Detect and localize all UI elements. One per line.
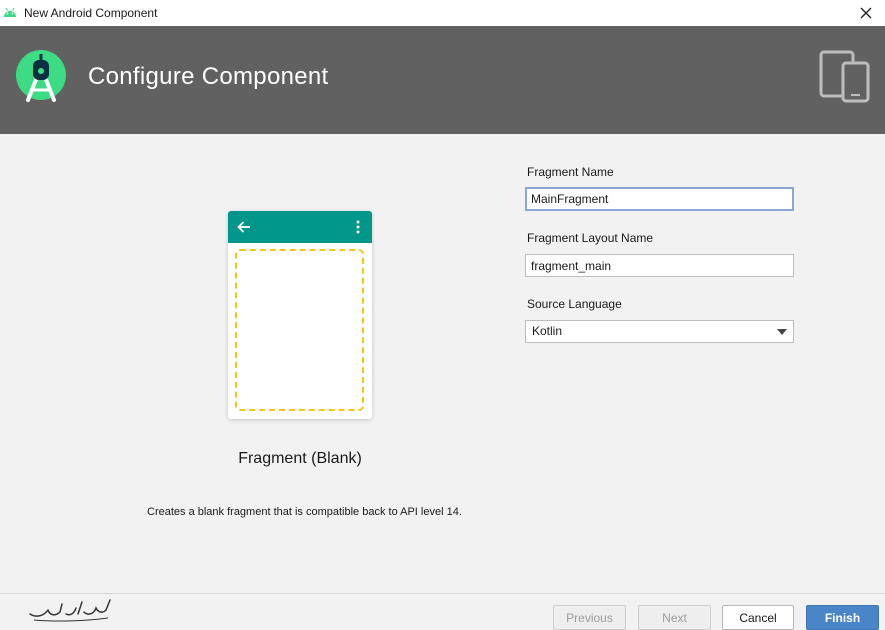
close-icon — [860, 7, 872, 19]
preview-appbar — [228, 211, 372, 243]
next-button[interactable]: Next — [638, 605, 711, 630]
previous-button[interactable]: Previous — [553, 605, 626, 630]
page-title: Configure Component — [88, 63, 329, 90]
overflow-menu-icon — [356, 220, 360, 234]
cancel-button[interactable]: Cancel — [722, 605, 794, 630]
template-description: Creates a blank fragment that is compati… — [147, 506, 462, 518]
finish-button[interactable]: Finish — [806, 605, 879, 630]
fragment-placeholder-frame — [235, 249, 364, 411]
fragment-layout-name-input[interactable] — [525, 254, 794, 277]
android-icon — [4, 7, 16, 17]
fragment-name-input[interactable] — [525, 187, 794, 211]
android-studio-logo-icon — [16, 50, 66, 102]
window-title: New Android Component — [24, 6, 158, 20]
fragment-preview — [228, 211, 372, 419]
devices-icon — [819, 50, 870, 103]
source-language-label: Source Language — [527, 297, 622, 311]
window-titlebar: New Android Component — [0, 0, 885, 26]
footer-divider — [0, 593, 885, 594]
template-name: Fragment (Blank) — [238, 450, 362, 467]
back-arrow-icon — [237, 221, 250, 233]
signature-watermark — [29, 599, 111, 622]
source-language-value: Kotlin — [532, 324, 563, 338]
source-language-select[interactable]: Kotlin — [525, 320, 794, 343]
fragment-layout-name-label: Fragment Layout Name — [527, 231, 654, 245]
fragment-name-label: Fragment Name — [527, 165, 614, 179]
chevron-down-icon — [777, 329, 787, 335]
dialog-header: Configure Component — [0, 26, 885, 134]
window-close-button[interactable] — [853, 2, 879, 24]
